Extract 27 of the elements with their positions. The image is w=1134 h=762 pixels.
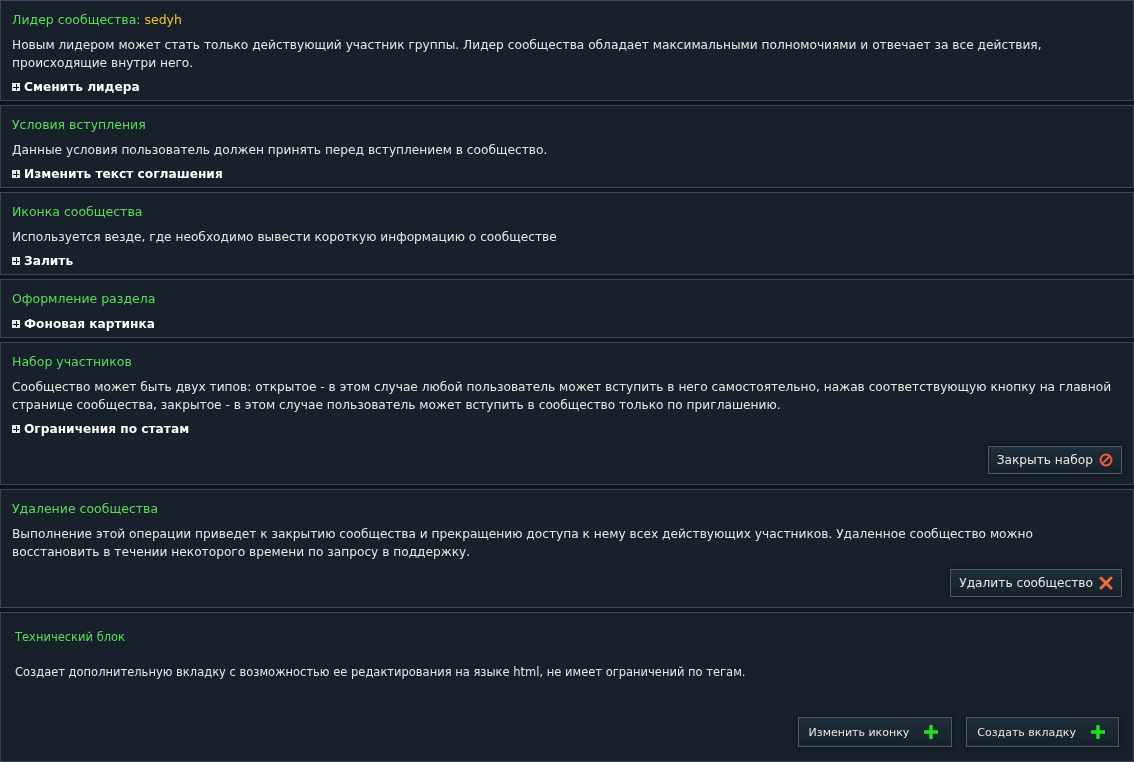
- action-button[interactable]: Создать вкладку: [966, 717, 1119, 747]
- leader-name: sedyh: [144, 12, 182, 27]
- expand-link[interactable]: Залить: [12, 252, 74, 270]
- no-entry-icon: [1099, 453, 1113, 467]
- section-title: Технический блок: [15, 630, 126, 644]
- section-description: Создает дополнительную вкладку с возможностью ее редактирования на языке html, не имеет ограничений по тегам.: [15, 664, 747, 681]
- cross-icon: [1099, 576, 1113, 590]
- expand-link[interactable]: Фоновая картинка: [12, 315, 155, 333]
- section-description: Сообщество может быть двух типов: открытое - в этом случае любой пользователь может вступить в него самостоятельно, нажав соответствующую кнопку на главной странице сообщества, закрытое - в этом случае пользователь может вступить в сообщество только по приглашению.: [12, 379, 1113, 414]
- section-description: Данные условия пользователь должен принять перед вступлением в сообщество.: [12, 142, 549, 159]
- section-description: Выполнение этой операции приведет к закрытию сообщества и прекращению доступа к нему всех действующих участников. Удаленное сообщество можно восстановить в течении некоторого времени по запросу в поддержку.: [12, 526, 1034, 561]
- plus-icon: [1090, 724, 1106, 740]
- expand-link[interactable]: Изменить текст соглашения: [12, 165, 223, 183]
- section-description: Новым лидером может стать только действующий участник группы. Лидер сообщества обладает максимальными полномочиями и отвечает за все действия, происходящие внутри него.: [12, 37, 1043, 72]
- section-title: Лидер сообщества:: [12, 12, 141, 27]
- section-title: Условия вступления: [12, 117, 146, 132]
- section-title: Иконка сообщества: [12, 204, 143, 219]
- action-button[interactable]: Закрыть набор: [987, 446, 1122, 474]
- expand-link[interactable]: Сменить лидера: [12, 78, 140, 96]
- expand-link[interactable]: Ограничения по статам: [12, 420, 190, 438]
- action-button[interactable]: Изменить иконку: [797, 717, 953, 747]
- action-button[interactable]: Удалить сообщество: [950, 569, 1122, 597]
- section-title: Оформление раздела: [12, 291, 156, 306]
- section-title: Набор участников: [12, 354, 132, 369]
- section-description: Используется везде, где необходимо вывести короткую информацию о сообществе: [12, 229, 558, 246]
- section-title: Удаление сообщества: [12, 501, 159, 516]
- plus-icon: [923, 724, 940, 740]
